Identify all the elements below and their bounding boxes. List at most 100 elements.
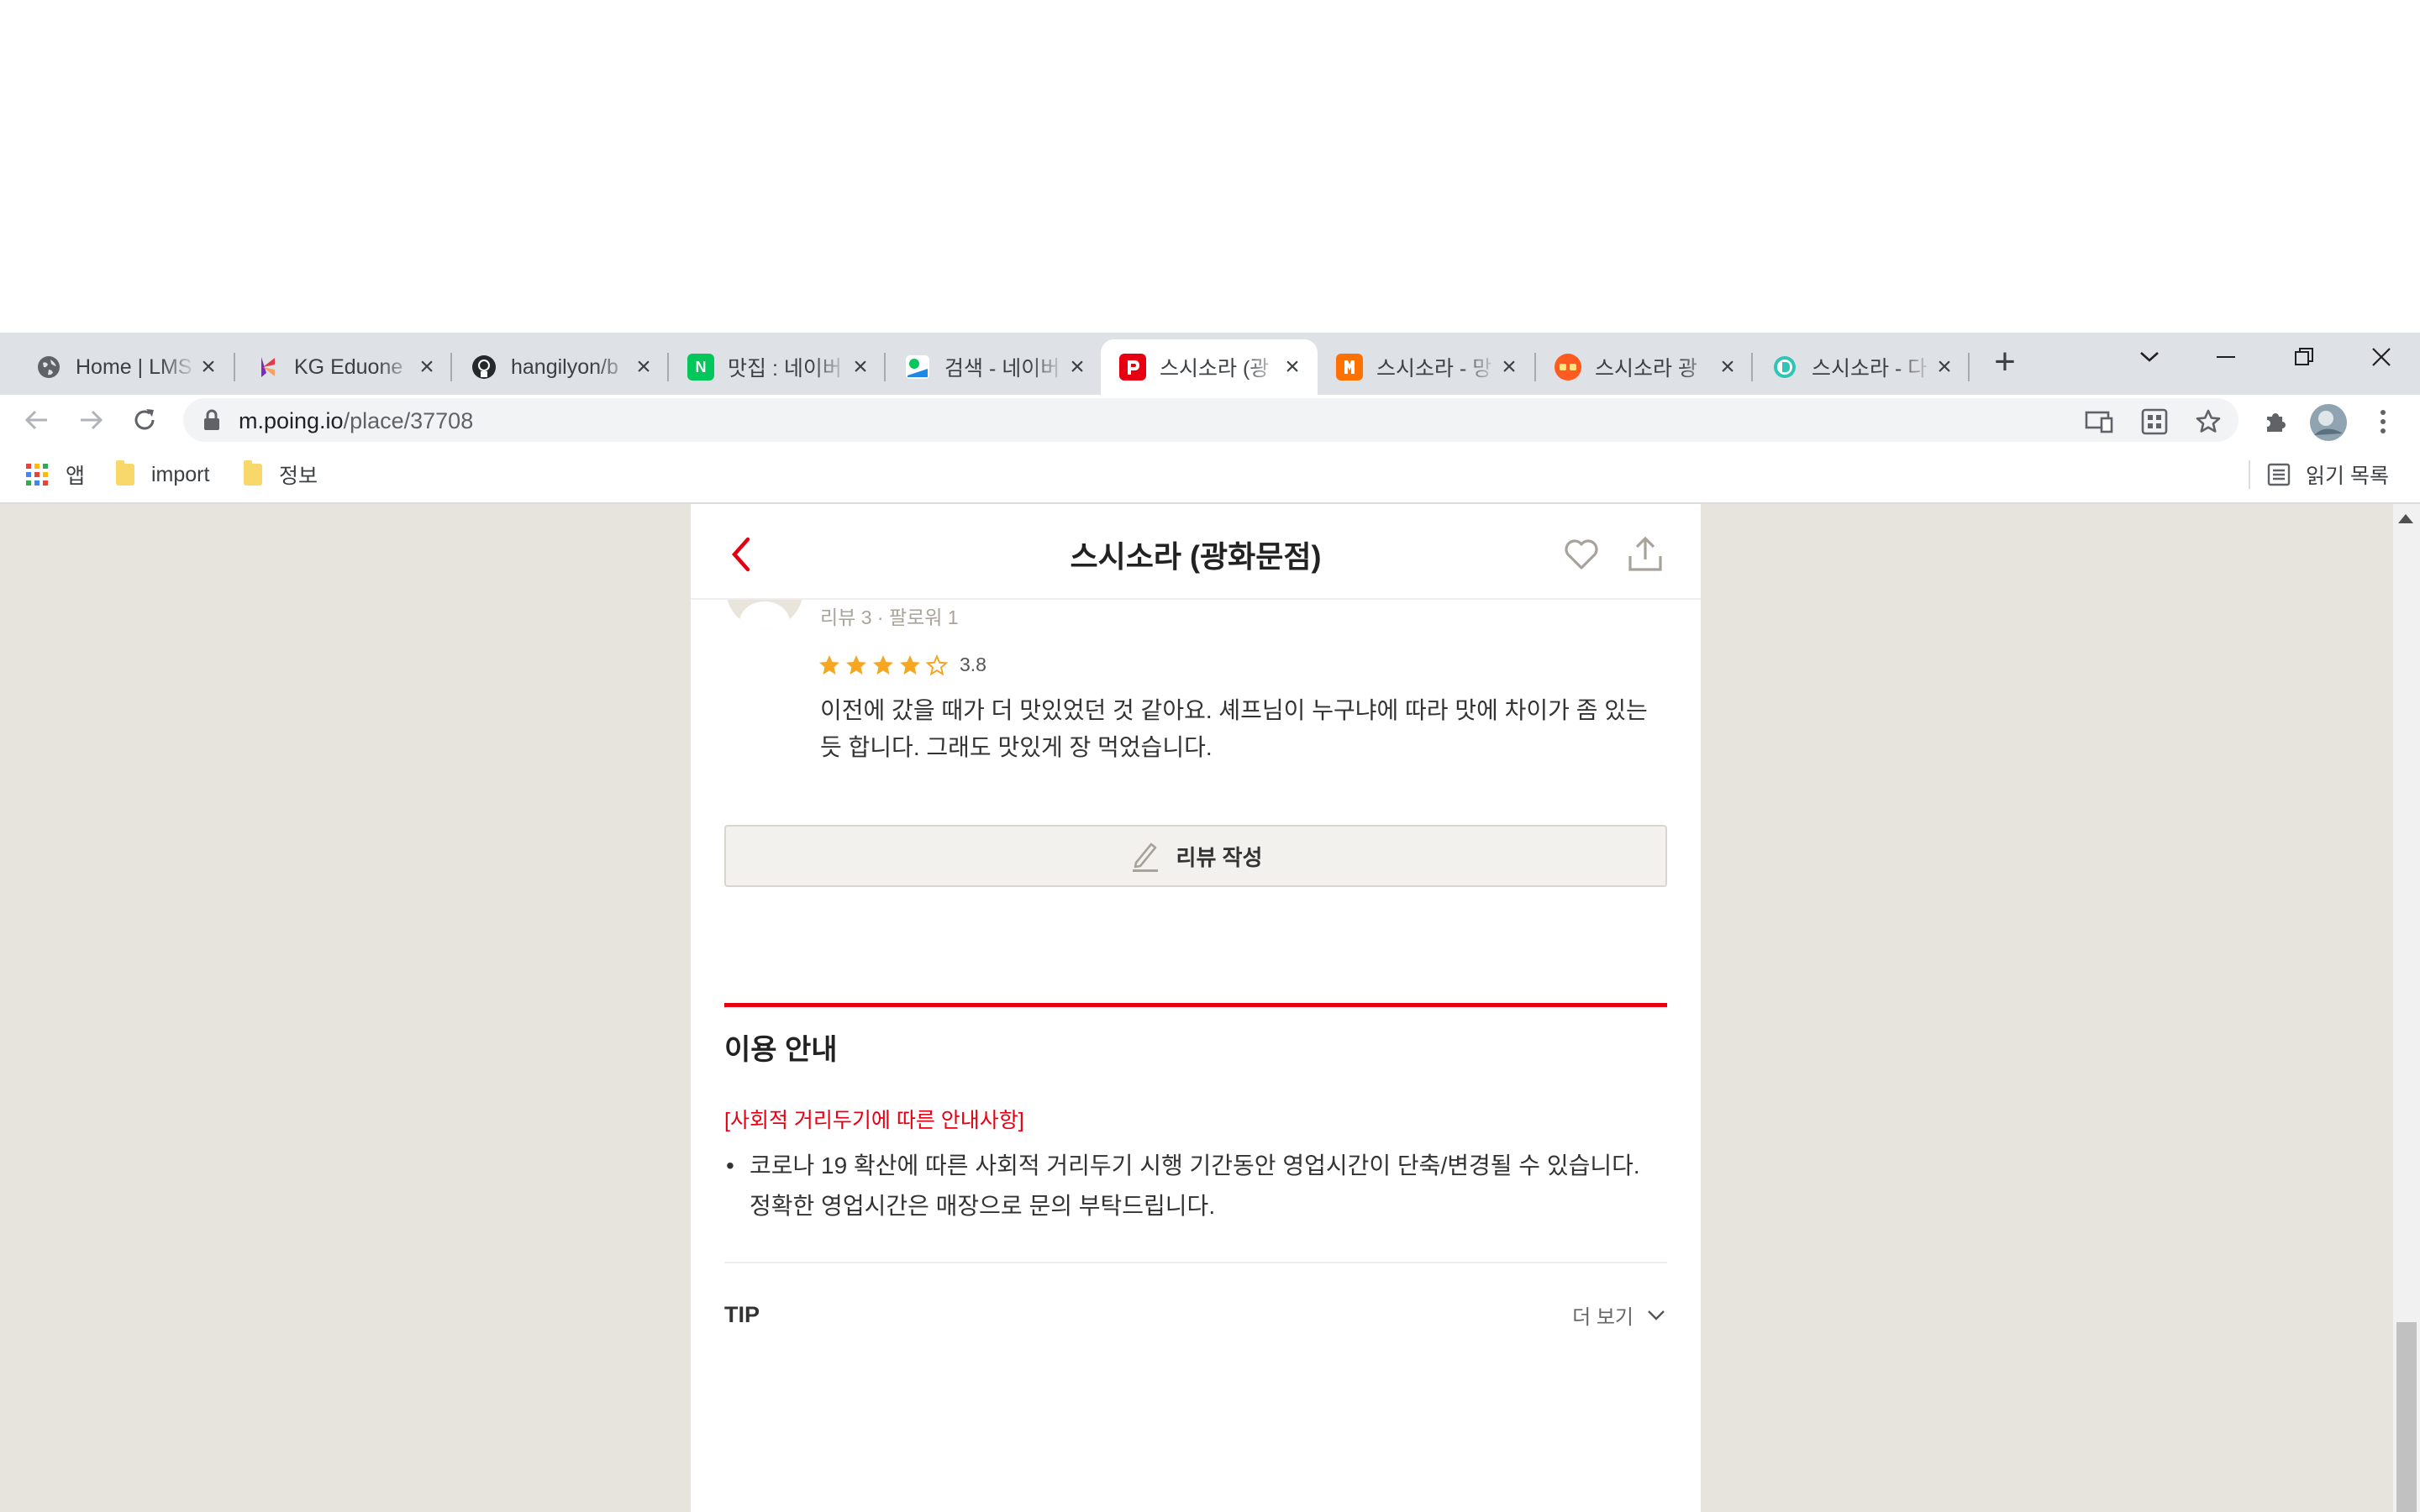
write-review-label: 리뷰 작성 (1176, 844, 1263, 870)
tab-title: 검색 - 네이버 (944, 357, 1060, 381)
tab-diningcode[interactable]: 스시소라 - 다 × (1753, 339, 1970, 395)
tab-naver-matjip[interactable]: N 맛집 : 네이버 × (669, 339, 886, 395)
close-icon[interactable]: × (1716, 354, 1739, 380)
notice-heading: [사회적 거리두기에 따른 안내사항] (724, 1109, 1024, 1132)
bookmark-label: 읽기 목록 (2306, 465, 2389, 488)
minimize-button[interactable] (2188, 338, 2265, 376)
close-window-button[interactable] (2343, 338, 2420, 376)
arrow-right-icon (81, 410, 103, 430)
bookmark-folder-import[interactable]: import (116, 460, 209, 489)
reload-button[interactable] (124, 400, 165, 440)
share-upload-icon (1628, 536, 1662, 571)
reading-list-icon (2267, 463, 2291, 486)
blank-area (0, 0, 2420, 333)
minimize-icon (2217, 356, 2235, 358)
page-header: 스시소라 (광화문점) (691, 504, 1701, 600)
address-bar[interactable] (183, 398, 2238, 442)
tab-title: KG Eduone (294, 354, 403, 379)
naver-map-icon (904, 354, 931, 381)
bookmark-label: import (151, 462, 210, 486)
close-icon[interactable]: × (1933, 354, 1956, 380)
bookmark-star-icon[interactable] (2191, 405, 2225, 438)
restore-icon (2295, 348, 2313, 365)
tab-search-button[interactable] (2111, 338, 2188, 376)
kg-eduone-icon (254, 354, 281, 381)
close-icon[interactable]: × (632, 354, 655, 380)
tab-title: Home | LMS (76, 354, 192, 379)
bookmark-apps[interactable]: 앱 (25, 460, 85, 489)
diningcode-icon (1771, 354, 1798, 381)
notice-line: 정확한 영업시간은 매장으로 문의 부탁드립니다. (750, 1193, 1216, 1219)
chevron-down-icon (1648, 1310, 1665, 1320)
close-icon[interactable]: × (1065, 354, 1089, 380)
qr-code-icon[interactable] (2138, 405, 2171, 438)
share-button[interactable] (1625, 534, 1665, 575)
globe-icon (35, 354, 62, 381)
close-icon[interactable]: × (415, 354, 439, 380)
back-button[interactable] (17, 400, 57, 440)
close-icon[interactable]: × (1497, 354, 1521, 380)
tab-title: 스시소라 - 망 (1376, 357, 1492, 381)
tab-github[interactable]: hangilyon/b × (452, 339, 669, 395)
tab-title: 스시소라 광 (1595, 357, 1697, 381)
favorite-button[interactable] (1561, 534, 1602, 575)
tab-kg-eduone[interactable]: KG Eduone × (235, 339, 452, 395)
lock-icon[interactable] (195, 403, 229, 437)
heart-icon (1565, 539, 1598, 570)
bookmark-label: 앱 (66, 465, 86, 488)
reading-list-button[interactable]: 읽기 목록 (2267, 460, 2389, 489)
tab-home-lms[interactable]: Home | LMS × (17, 339, 234, 395)
info-section-title: 이용 안내 (724, 1034, 838, 1066)
extensions-puzzle-icon[interactable] (2259, 405, 2292, 438)
write-review-button[interactable]: 리뷰 작성 (724, 825, 1667, 887)
section-divider (724, 1262, 1667, 1263)
scrollbar-thumb[interactable] (2396, 1322, 2417, 1512)
notice-text: • 코로나 19 확산에 따른 사회적 거리두기 시행 기간동안 영업시간이 단… (726, 1146, 1659, 1226)
naver-n-icon: N (687, 354, 714, 381)
notice-line: 코로나 19 확산에 따른 사회적 거리두기 시행 기간동안 영업시간이 단축/… (750, 1152, 1640, 1179)
pencil-icon (1132, 843, 1158, 872)
close-icon (2372, 348, 2391, 366)
tip-label: TIP (724, 1302, 760, 1327)
chevron-down-icon (2140, 352, 2159, 362)
url-host: m.poing.io (239, 408, 344, 433)
tab-title: 스시소라 - 다 (1812, 357, 1928, 381)
bookmark-label: 정보 (279, 465, 318, 488)
scroll-up-arrow-icon[interactable] (2398, 514, 2413, 523)
more-label: 더 보기 (1572, 1306, 1634, 1329)
folder-icon (244, 460, 262, 486)
mobile-page: 스시소라 (광화문점) 리뷰 3 · 팔로워 1 3.8 이전에 갔을 때가 더… (691, 504, 1701, 1512)
tab-separator (1968, 353, 1970, 381)
close-icon[interactable]: × (1281, 354, 1304, 380)
tab-naver-search[interactable]: 검색 - 네이버 × (886, 339, 1102, 395)
mangoplate-icon (1336, 354, 1363, 381)
reload-icon (134, 409, 155, 430)
github-icon (471, 354, 497, 381)
bookmark-folder-info[interactable]: 정보 (244, 460, 318, 489)
tab-siksin[interactable]: 스시소라 광 × (1536, 339, 1753, 395)
star-filled-icon (873, 654, 893, 675)
more-button[interactable]: 더 보기 (1572, 1300, 1665, 1330)
tab-poing-active[interactable]: 스시소라 (광 × (1101, 339, 1318, 395)
star-filled-icon (819, 654, 839, 675)
close-icon[interactable]: × (849, 354, 872, 380)
siksin-icon (1555, 354, 1581, 381)
star-filled-icon (846, 654, 866, 675)
arrow-left-icon (24, 410, 47, 430)
poing-icon (1119, 354, 1146, 381)
section-divider-red (724, 1003, 1667, 1007)
browser-menu-icon[interactable] (2366, 405, 2400, 438)
restore-button[interactable] (2265, 338, 2343, 376)
bookmarks-bar (0, 447, 2420, 504)
forward-button[interactable] (71, 400, 111, 440)
apps-grid-icon (26, 464, 48, 486)
url-text[interactable]: m.poing.io/place/37708 (239, 408, 473, 434)
tab-mangoplate[interactable]: 스시소라 - 망 × (1318, 339, 1534, 395)
bullet: • (726, 1152, 734, 1179)
review-text: 이전에 갔을 때가 더 맛있었던 것 같아요. 셰프님이 누구냐에 따라 맛에 … (820, 697, 1648, 760)
close-icon[interactable]: × (197, 354, 220, 380)
cast-icon[interactable] (2082, 405, 2116, 438)
tab-title: hangilyon/b (511, 354, 618, 379)
profile-avatar[interactable] (2309, 403, 2348, 442)
new-tab-button[interactable]: + (1988, 344, 2022, 381)
